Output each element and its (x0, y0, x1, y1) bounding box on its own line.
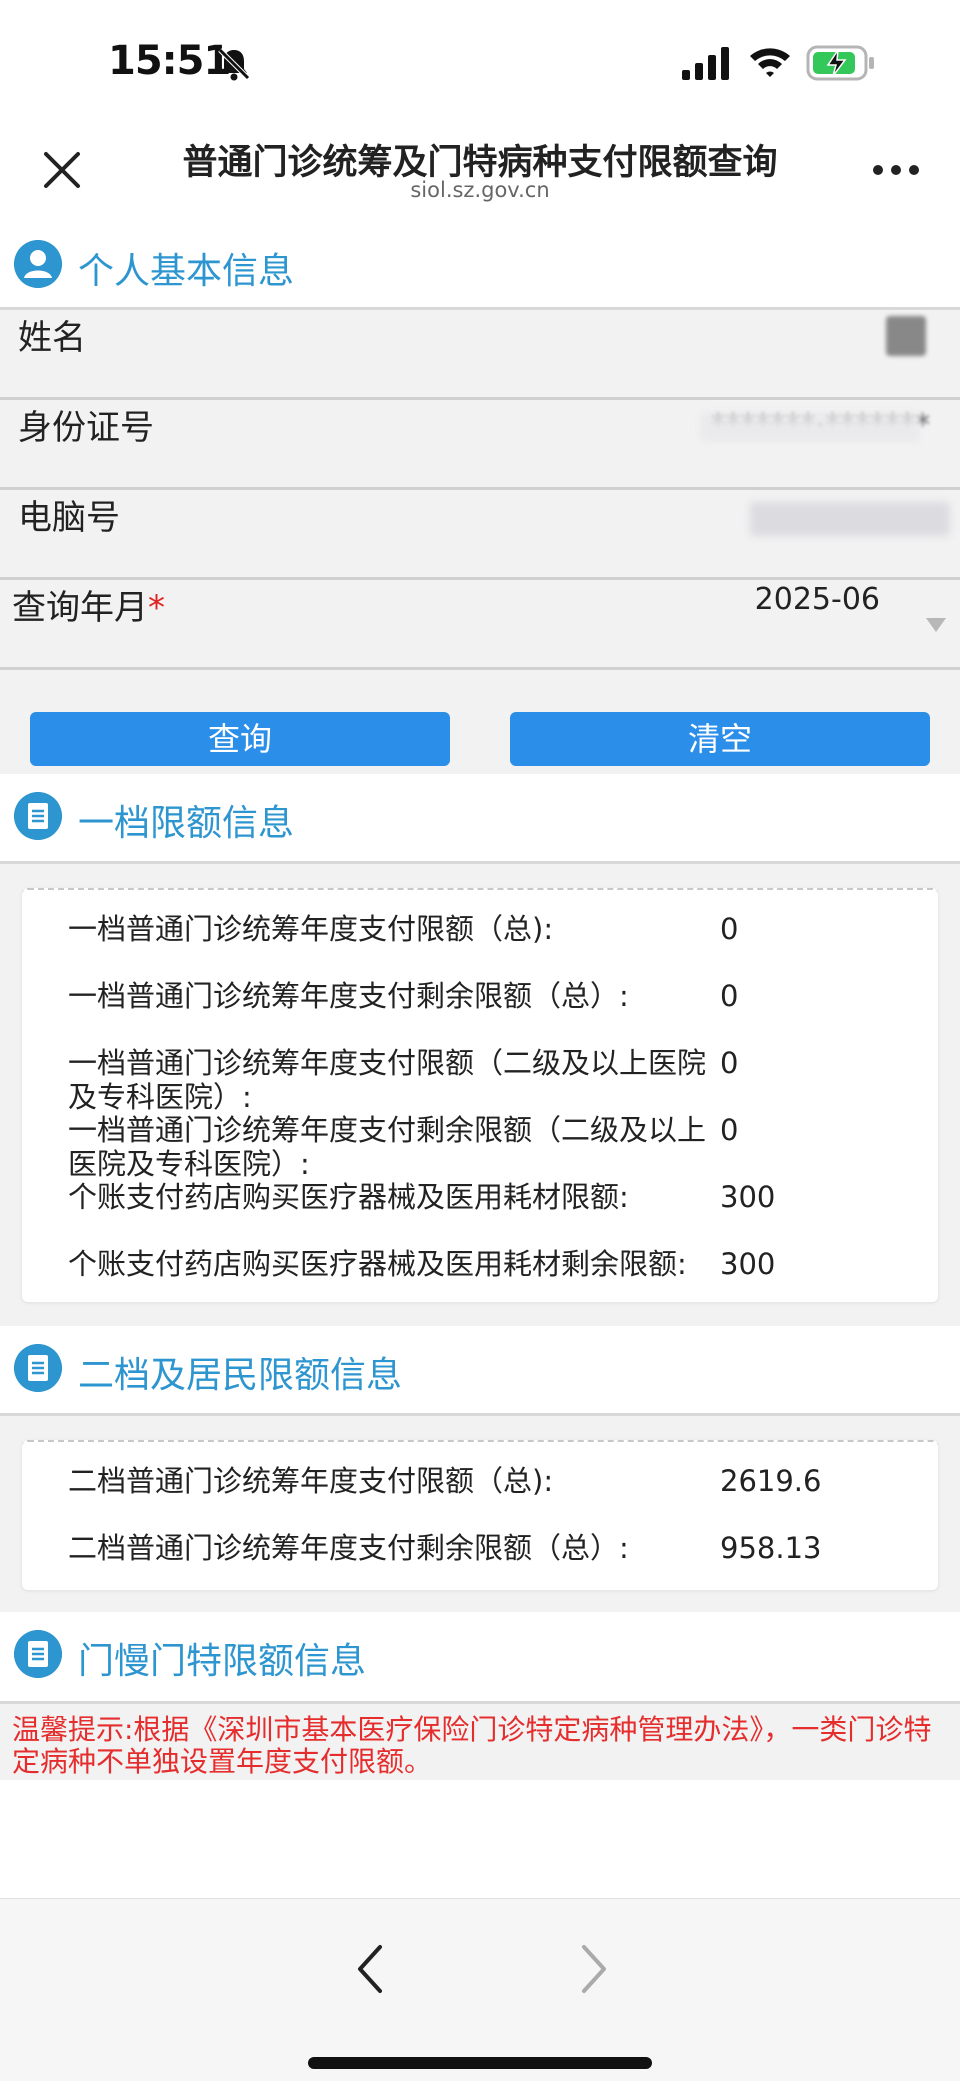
status-time: 15:51 (108, 38, 231, 84)
tier1-row-value: 300 (720, 1180, 776, 1214)
user-icon (14, 240, 62, 288)
button-area: 查询 清空 (0, 670, 960, 774)
bell-slash-icon (218, 48, 250, 81)
tier2-card: 二档普通门诊统筹年度支付限额（总): 2619.6 二档普通门诊统筹年度支付剩余… (22, 1440, 938, 1590)
clear-button[interactable]: 清空 (510, 712, 930, 766)
tier1-row-value: 0 (720, 912, 739, 946)
notice-box: 温馨提示:根据《深圳市基本医疗保险门诊特定病种管理办法》，一类门诊特定病种不单独… (0, 1704, 960, 1780)
section-tier1: 一档限额信息 (0, 774, 960, 864)
computer-number-label: 电脑号 (18, 498, 120, 538)
tier1-row-value: 0 (720, 1113, 739, 1147)
tier2-row-label: 二档普通门诊统筹年度支付限额（总): (68, 1464, 554, 1498)
id-number-label: 身份证号 (18, 408, 154, 448)
tier1-card: 一档普通门诊统筹年度支付限额（总): 0 一档普通门诊统筹年度支付剩余限额（总）… (22, 888, 938, 1302)
name-label: 姓名 (18, 318, 86, 358)
computer-number-row: 电脑号 (0, 490, 960, 580)
tier1-row-label: 个账支付药店购买医疗器械及医用耗材限额: (68, 1180, 629, 1214)
redacted-computer-number (750, 502, 950, 536)
section-title: 门慢门特限额信息 (78, 1641, 367, 1682)
section-title: 一档限额信息 (78, 803, 295, 844)
status-bar: 15:51 (0, 0, 960, 120)
notice-text: 温馨提示:根据《深圳市基本医疗保险门诊特定病种管理办法》，一类门诊特定病种不单独… (12, 1713, 932, 1778)
chevron-right-icon[interactable] (574, 1939, 614, 1999)
required-mark: * (148, 588, 165, 628)
id-number-row: 身份证号 *******·******* (0, 400, 960, 490)
wifi-icon (750, 48, 790, 77)
battery-charging-icon (806, 45, 874, 81)
section-special-disease: 门慢门特限额信息 (0, 1612, 960, 1704)
tier1-row-label: 一档普通门诊统筹年度支付限额（二级及以上医院及专科医院）: (68, 1046, 707, 1114)
redacted-name (886, 316, 926, 356)
dropdown-arrow-icon[interactable] (926, 618, 946, 632)
document-icon (14, 1344, 62, 1392)
section-title: 二档及居民限额信息 (78, 1355, 403, 1396)
bottom-toolbar (0, 1898, 960, 2081)
home-indicator[interactable] (308, 2057, 652, 2069)
name-row: 姓名 (0, 310, 960, 400)
tier2-row-value: 958.13 (720, 1531, 822, 1565)
more-icon[interactable] (872, 162, 920, 178)
section-personal-info: 个人基本信息 (0, 222, 960, 310)
tier2-row-label: 二档普通门诊统筹年度支付剩余限额（总）: (68, 1531, 629, 1565)
cellular-signal-icon (682, 47, 729, 80)
tier1-row-value: 300 (720, 1247, 776, 1281)
tier2-row-value: 2619.6 (720, 1464, 822, 1498)
tier1-card-area: 一档普通门诊统筹年度支付限额（总): 0 一档普通门诊统筹年度支付剩余限额（总）… (0, 864, 960, 1326)
section-title: 个人基本信息 (78, 251, 295, 292)
document-icon (14, 792, 62, 840)
query-month-row[interactable]: 查询年月* 2025-06 (0, 580, 960, 670)
query-button[interactable]: 查询 (30, 712, 450, 766)
nav-bar: 普通门诊统筹及门特病种支付限额查询 siol.sz.gov.cn (0, 120, 960, 220)
tier1-row-label: 一档普通门诊统筹年度支付剩余限额（总）: (68, 979, 629, 1013)
query-month-value[interactable]: 2025-06 (755, 582, 880, 617)
tier2-card-area: 二档普通门诊统筹年度支付限额（总): 2619.6 二档普通门诊统筹年度支付剩余… (0, 1416, 960, 1612)
tier1-row-value: 0 (720, 979, 739, 1013)
query-month-label: 查询年月* (12, 588, 165, 628)
document-icon (14, 1630, 62, 1678)
redacted-id (700, 412, 920, 442)
tier1-row-label: 一档普通门诊统筹年度支付剩余限额（二级及以上医院及专科医院）: (68, 1113, 707, 1181)
page-domain: siol.sz.gov.cn (410, 178, 550, 202)
tier1-row-label: 个账支付药店购买医疗器械及医用耗材剩余限额: (68, 1247, 687, 1281)
tier1-row-label: 一档普通门诊统筹年度支付限额（总): (68, 912, 554, 946)
section-tier2: 二档及居民限额信息 (0, 1326, 960, 1416)
chevron-left-icon[interactable] (350, 1939, 390, 1999)
tier1-row-value: 0 (720, 1046, 739, 1080)
